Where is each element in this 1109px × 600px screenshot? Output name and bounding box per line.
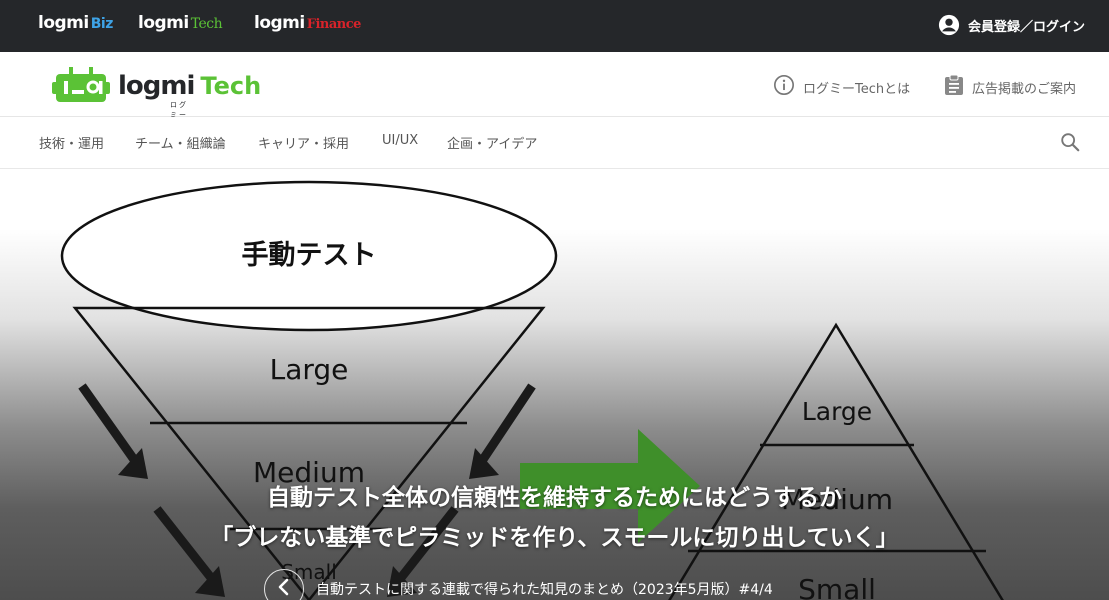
ads-link[interactable]: 広告掲載のご案内 — [944, 74, 1076, 100]
manual-test-label: 手動テスト — [242, 240, 377, 271]
down-arrow-left-icon — [78, 383, 148, 479]
brand-suffix: Finance — [306, 17, 362, 32]
info-icon — [773, 74, 795, 100]
about-link[interactable]: ログミーTechとは — [773, 74, 910, 100]
series-nav: 自動テストに関する連載で得られた知見のまとめ（2023年5月版）#4/4 — [264, 569, 773, 600]
chevron-left-icon — [277, 578, 291, 600]
brand-main: logmi — [38, 13, 89, 33]
nav-item-uiux[interactable]: UI/UX — [382, 133, 418, 148]
nav-item-team[interactable]: チーム・組織論 — [135, 133, 226, 152]
clipboard-icon — [944, 74, 964, 100]
nav-item-tech-ops[interactable]: 技術・運用 — [39, 133, 104, 152]
category-nav: 技術・運用 チーム・組織論 キャリア・採用 UI/UX 企画・アイデア — [0, 117, 1109, 169]
nav-item-planning[interactable]: 企画・アイデア — [447, 133, 537, 152]
search-icon[interactable] — [1059, 131, 1081, 157]
hero-banner[interactable]: 手動テスト Large Medium Small Large Medium Sm… — [0, 169, 1109, 600]
funnel-large-label: Large — [270, 353, 349, 386]
pyramid-outline — [668, 322, 1004, 600]
pyramid-large-label: Large — [802, 397, 872, 426]
article-title-line2[interactable]: 「ブレない基準でピラミッドを作り、スモールに切り出していく」 — [0, 518, 1109, 558]
logmi-tech-logo[interactable]: logmi ログミー Tech — [52, 64, 262, 119]
logo-tech: Tech — [200, 72, 262, 100]
logmi-finance-link[interactable]: logmi Finance — [254, 13, 361, 33]
brand-suffix: Tech — [190, 16, 223, 32]
logmi-biz-link[interactable]: logmi Biz — [38, 13, 113, 33]
article-title-line1[interactable]: 自動テスト全体の信頼性を維持するためにはどうするか — [0, 478, 1109, 518]
robot-icon — [52, 64, 110, 108]
top-bar: logmi Biz logmi Tech logmi Finance 会員登録／ログイ… — [0, 0, 1109, 52]
account-circle-icon — [938, 14, 960, 36]
pyramid-small-label: Small — [798, 573, 876, 600]
previous-button[interactable] — [264, 569, 304, 600]
about-label: ログミーTechとは — [803, 81, 911, 97]
login-label: 会員登録／ログイン — [967, 19, 1085, 35]
series-label[interactable]: 自動テストに関する連載で得られた知見のまとめ（2023年5月版）#4/4 — [316, 579, 773, 599]
logmi-tech-link[interactable]: logmi Tech — [138, 13, 223, 33]
logo-word: logmi ログミー — [118, 71, 195, 119]
nav-item-career[interactable]: キャリア・採用 — [258, 133, 349, 152]
site-header: logmi ログミー Tech ログミーTechとは 広告掲載のご案内 — [0, 52, 1109, 119]
ads-label: 広告掲載のご案内 — [972, 81, 1077, 97]
brand-main: logmi — [254, 13, 305, 33]
login-button[interactable]: 会員登録／ログイン — [938, 14, 1085, 36]
brand-main: logmi — [138, 13, 189, 33]
brand-suffix: Biz — [90, 16, 114, 32]
